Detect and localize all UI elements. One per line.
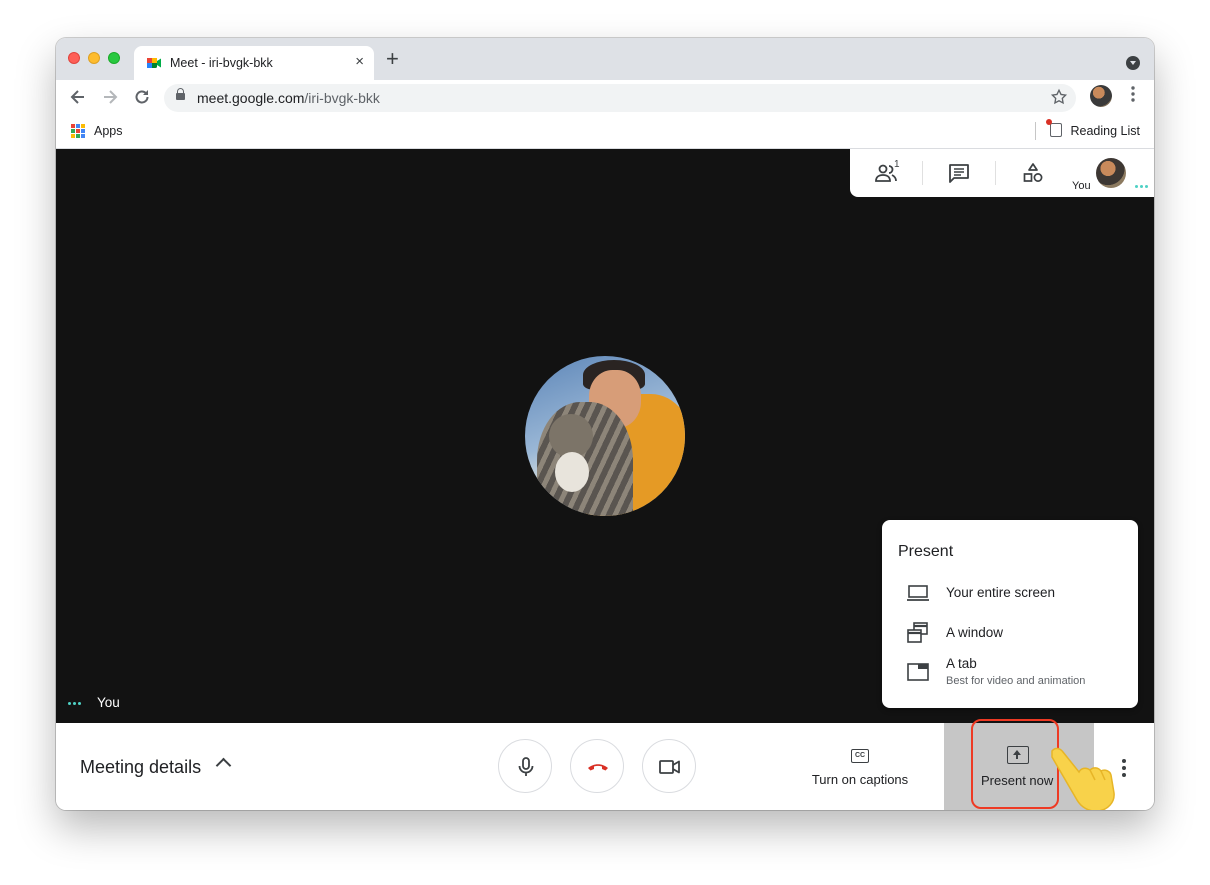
end-call-button[interactable] bbox=[570, 739, 624, 793]
back-arrow-icon[interactable] bbox=[68, 87, 88, 107]
tab-icon bbox=[907, 663, 929, 681]
close-window-button[interactable] bbox=[68, 52, 80, 64]
browser-menu-icon[interactable] bbox=[1130, 85, 1136, 103]
captions-label: Turn on captions bbox=[811, 772, 909, 787]
audio-activity-icon bbox=[1135, 185, 1148, 188]
present-window-option[interactable]: A window bbox=[882, 614, 1138, 652]
minimize-window-button[interactable] bbox=[88, 52, 100, 64]
camera-icon bbox=[659, 760, 680, 774]
meeting-details-button[interactable]: Meeting details bbox=[80, 757, 201, 778]
camera-button[interactable] bbox=[642, 739, 696, 793]
apps-grid-icon[interactable] bbox=[71, 124, 85, 138]
chevron-up-icon[interactable] bbox=[215, 757, 232, 774]
option-label: A window bbox=[946, 625, 1004, 640]
monitor-icon bbox=[907, 585, 929, 601]
present-screen-icon bbox=[1007, 746, 1029, 764]
bookmarks-divider bbox=[1035, 122, 1036, 140]
zoom-window-button[interactable] bbox=[108, 52, 120, 64]
present-tab-option[interactable]: A tab Best for video and animation bbox=[882, 654, 1138, 696]
profile-avatar[interactable] bbox=[1090, 85, 1112, 107]
tab-title: Meet - iri-bvgk-bkk bbox=[170, 56, 273, 70]
tab-search-icon[interactable] bbox=[1126, 56, 1140, 70]
browser-toolbar: meet.google.com/iri-bvgk-bkk bbox=[56, 80, 1154, 116]
option-label: A tab bbox=[946, 656, 977, 671]
captions-icon: CC bbox=[851, 749, 869, 763]
tab-strip: Meet - iri-bvgk-bkk × + bbox=[56, 38, 1154, 80]
present-menu-title: Present bbox=[898, 543, 954, 560]
url-text: meet.google.com/iri-bvgk-bkk bbox=[197, 90, 380, 106]
chat-icon bbox=[949, 164, 969, 183]
pointing-hand-icon bbox=[1051, 747, 1115, 810]
present-entire-screen-option[interactable]: Your entire screen bbox=[882, 574, 1138, 612]
meeting-controls-bar: Meeting details CC Turn on captions Pres… bbox=[56, 719, 1154, 810]
captions-button[interactable]: CC Turn on captions bbox=[798, 723, 922, 810]
tab-close-icon[interactable]: × bbox=[355, 53, 364, 70]
google-meet-favicon bbox=[147, 58, 161, 68]
self-tile-name: You bbox=[97, 695, 120, 710]
reading-list-icon[interactable] bbox=[1046, 119, 1062, 137]
lock-icon bbox=[176, 88, 185, 100]
reload-icon[interactable] bbox=[132, 87, 152, 107]
address-bar[interactable]: meet.google.com/iri-bvgk-bkk bbox=[164, 84, 1076, 112]
apps-bookmark[interactable]: Apps bbox=[94, 124, 123, 138]
participant-avatar bbox=[525, 356, 685, 516]
present-now-label: Present now bbox=[981, 773, 1054, 788]
self-preview-avatar[interactable] bbox=[1096, 158, 1126, 188]
activities-icon bbox=[1023, 163, 1043, 182]
chat-button[interactable] bbox=[923, 149, 995, 197]
end-call-icon bbox=[588, 764, 608, 771]
browser-tab-meet[interactable]: Meet - iri-bvgk-bkk × bbox=[134, 46, 374, 80]
bookmarks-bar: Apps Reading List bbox=[56, 116, 1154, 149]
browser-window: Meet - iri-bvgk-bkk × + meet.google.com/… bbox=[56, 38, 1154, 810]
meeting-top-panel: 1 You bbox=[850, 149, 1154, 197]
option-label: Your entire screen bbox=[946, 585, 1056, 600]
option-subtitle: Best for video and animation bbox=[946, 675, 1086, 687]
microphone-button[interactable] bbox=[498, 739, 552, 793]
audio-activity-icon bbox=[68, 702, 81, 705]
window-icon bbox=[907, 622, 928, 643]
star-icon[interactable] bbox=[1050, 88, 1068, 106]
people-button[interactable]: 1 bbox=[850, 149, 922, 197]
new-tab-button[interactable]: + bbox=[386, 48, 399, 70]
self-preview-label: You bbox=[1072, 180, 1091, 192]
present-menu: Present Your entire screen A window A ta bbox=[882, 520, 1138, 708]
microphone-icon bbox=[518, 757, 534, 776]
forward-arrow-icon[interactable] bbox=[100, 87, 120, 107]
participant-count: 1 bbox=[894, 159, 900, 170]
activities-button[interactable] bbox=[996, 149, 1068, 197]
reading-list-button[interactable]: Reading List bbox=[1071, 124, 1141, 138]
